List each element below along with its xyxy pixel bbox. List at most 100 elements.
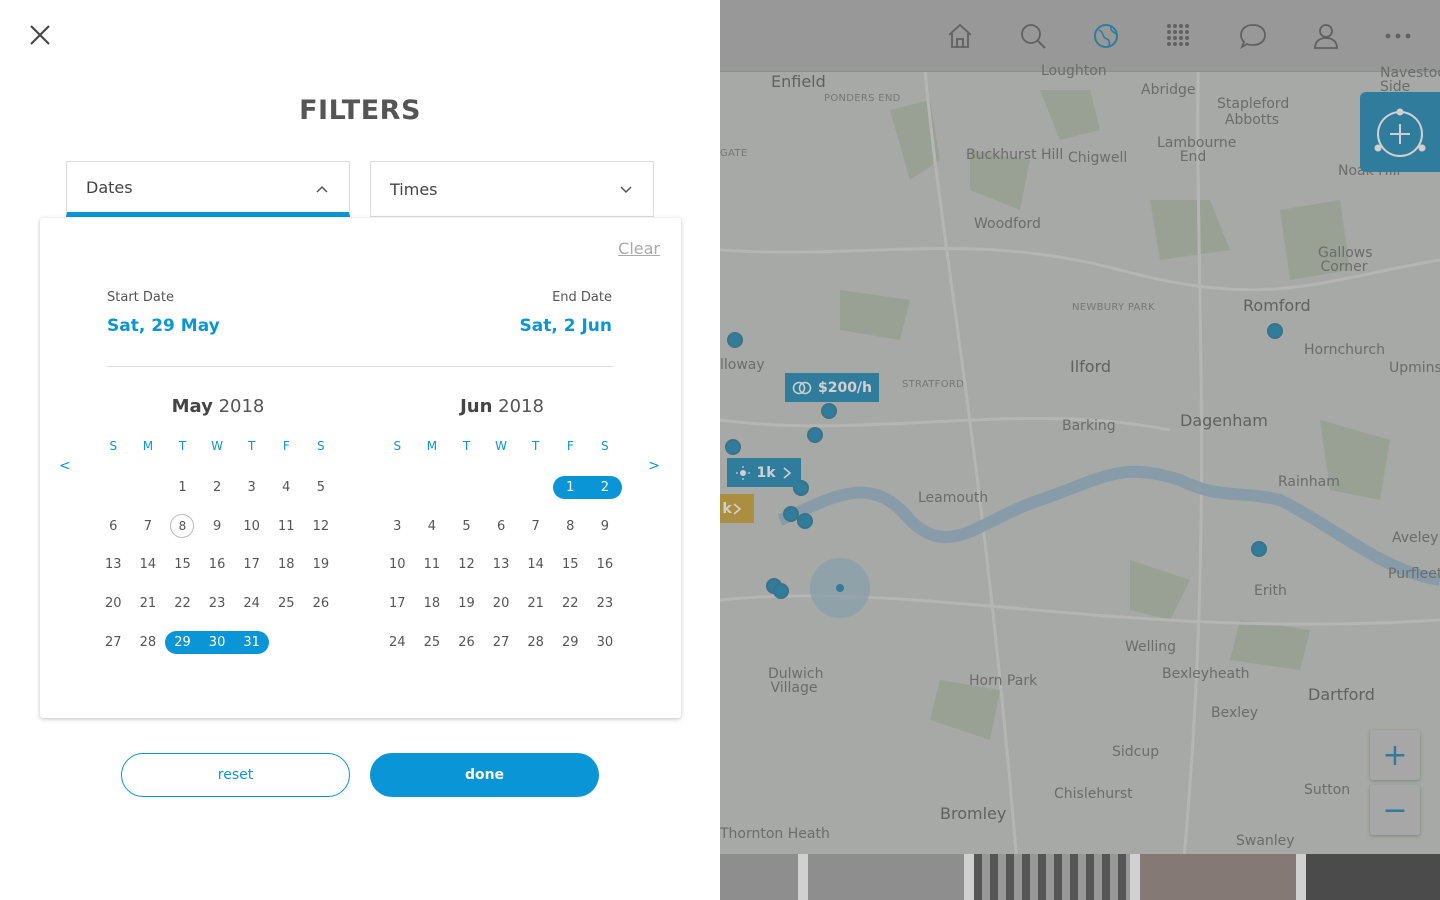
place-label: Leamouth xyxy=(918,490,989,506)
day-cell[interactable]: 3 xyxy=(380,507,415,546)
map-pin[interactable] xyxy=(1267,323,1283,339)
day-cell[interactable]: 16 xyxy=(200,546,235,585)
day-cell[interactable]: 5 xyxy=(304,468,339,507)
day-cell[interactable]: 30 xyxy=(199,623,235,662)
day-cell[interactable]: 19 xyxy=(449,584,484,623)
day-cell[interactable]: 27 xyxy=(484,623,519,662)
day-cell[interactable]: 15 xyxy=(553,546,588,585)
day-cell[interactable]: 2 xyxy=(200,468,235,507)
day-number: 10 xyxy=(243,518,260,534)
day-cell[interactable]: 2 xyxy=(587,468,623,507)
day-cell[interactable]: 7 xyxy=(131,507,166,546)
day-cell[interactable]: 24 xyxy=(234,584,269,623)
day-cell[interactable]: 8 xyxy=(165,507,200,546)
next-month-button[interactable]: > xyxy=(648,458,660,474)
day-cell[interactable]: 1 xyxy=(165,468,200,507)
user-icon[interactable] xyxy=(1310,20,1342,52)
clear-link[interactable]: Clear xyxy=(618,239,660,258)
day-cell[interactable]: 18 xyxy=(415,584,450,623)
day-cell[interactable]: 29 xyxy=(553,623,588,662)
map-area[interactable]: Enfield PONDERS END Loughton Abridge Sta… xyxy=(720,0,1440,900)
day-cell[interactable]: 25 xyxy=(269,584,304,623)
day-cell[interactable]: 31 xyxy=(234,623,269,662)
day-cell[interactable]: 8 xyxy=(553,507,588,546)
day-cell[interactable]: 7 xyxy=(518,507,553,546)
search-icon[interactable] xyxy=(1017,20,1049,52)
add-location-button[interactable] xyxy=(1360,92,1440,172)
day-cell[interactable]: 28 xyxy=(131,623,166,662)
day-cell[interactable]: 17 xyxy=(380,584,415,623)
dates-dropdown[interactable]: Dates xyxy=(66,161,350,217)
day-cell[interactable]: 11 xyxy=(415,546,450,585)
times-dropdown[interactable]: Times xyxy=(370,161,654,217)
chat-icon[interactable] xyxy=(1237,20,1269,52)
day-cell[interactable]: 4 xyxy=(415,507,450,546)
day-cell[interactable]: 22 xyxy=(165,584,200,623)
day-cell[interactable]: 10 xyxy=(234,507,269,546)
day-cell[interactable]: 27 xyxy=(96,623,131,662)
day-cell[interactable]: 13 xyxy=(484,546,519,585)
day-cell[interactable]: 28 xyxy=(518,623,553,662)
day-cell[interactable]: 21 xyxy=(518,584,553,623)
thumbnail[interactable] xyxy=(974,854,1130,900)
reset-button[interactable]: reset xyxy=(121,753,350,797)
thumbnail[interactable] xyxy=(1140,854,1296,900)
day-cell[interactable]: 4 xyxy=(269,468,304,507)
map-pin[interactable] xyxy=(1251,541,1267,557)
grid-icon[interactable] xyxy=(1163,20,1195,52)
day-cell[interactable]: 3 xyxy=(234,468,269,507)
cluster-marker[interactable]: 1k xyxy=(727,458,801,487)
day-cell[interactable]: 26 xyxy=(449,623,484,662)
done-button[interactable]: done xyxy=(370,753,599,797)
prev-month-button[interactable]: < xyxy=(59,458,71,474)
more-icon[interactable] xyxy=(1382,20,1414,52)
day-cell[interactable]: 30 xyxy=(588,623,623,662)
empty-day-cell xyxy=(415,468,450,507)
day-cell[interactable]: 25 xyxy=(415,623,450,662)
thumbnail[interactable] xyxy=(720,854,798,900)
day-cell[interactable]: 14 xyxy=(518,546,553,585)
day-cell[interactable]: 18 xyxy=(269,546,304,585)
close-icon[interactable] xyxy=(22,17,58,53)
day-cell[interactable]: 23 xyxy=(200,584,235,623)
map-pin[interactable] xyxy=(725,439,741,455)
day-cell[interactable]: 10 xyxy=(380,546,415,585)
day-cell[interactable]: 16 xyxy=(588,546,623,585)
thumbnail[interactable] xyxy=(1306,854,1440,900)
day-cell[interactable]: 14 xyxy=(131,546,166,585)
day-cell[interactable]: 26 xyxy=(304,584,339,623)
day-cell[interactable]: 1 xyxy=(552,468,588,507)
place-label: Dagenham xyxy=(1180,411,1268,430)
day-cell[interactable]: 9 xyxy=(200,507,235,546)
map-pin[interactable] xyxy=(807,427,823,443)
day-cell[interactable]: 23 xyxy=(588,584,623,623)
map-pin[interactable] xyxy=(797,513,813,529)
day-cell[interactable]: 11 xyxy=(269,507,304,546)
home-icon[interactable] xyxy=(944,20,976,52)
day-cell[interactable]: 22 xyxy=(553,584,588,623)
day-cell[interactable]: 6 xyxy=(484,507,519,546)
day-cell[interactable]: 9 xyxy=(588,507,623,546)
day-cell[interactable]: 19 xyxy=(304,546,339,585)
day-cell[interactable]: 20 xyxy=(96,584,131,623)
day-cell[interactable]: 17 xyxy=(234,546,269,585)
day-cell[interactable]: 24 xyxy=(380,623,415,662)
zoom-out-button[interactable]: − xyxy=(1370,785,1420,835)
map-pin[interactable] xyxy=(773,583,789,599)
cluster-marker-gold[interactable]: k xyxy=(720,494,754,523)
day-cell[interactable]: 13 xyxy=(96,546,131,585)
day-cell[interactable]: 6 xyxy=(96,507,131,546)
zoom-in-button[interactable]: + xyxy=(1370,730,1420,780)
day-cell[interactable]: 12 xyxy=(449,546,484,585)
map-pin[interactable] xyxy=(727,332,743,348)
day-cell[interactable]: 21 xyxy=(131,584,166,623)
day-cell[interactable]: 15 xyxy=(165,546,200,585)
day-cell[interactable]: 20 xyxy=(484,584,519,623)
thumbnail[interactable] xyxy=(808,854,964,900)
globe-icon[interactable] xyxy=(1090,20,1122,52)
price-marker[interactable]: $200/h xyxy=(785,373,879,402)
day-cell[interactable]: 12 xyxy=(304,507,339,546)
day-cell[interactable]: 5 xyxy=(449,507,484,546)
map-pin[interactable] xyxy=(821,403,837,419)
day-cell[interactable]: 29 xyxy=(165,623,200,662)
